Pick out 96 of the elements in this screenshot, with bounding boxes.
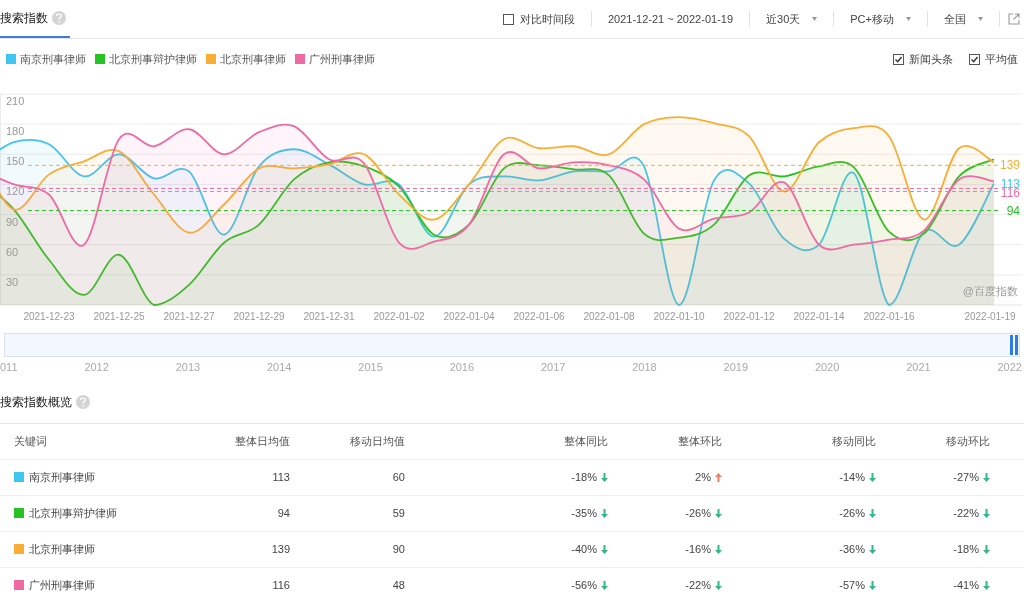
y-axis-label: 210 bbox=[6, 95, 25, 107]
legend-label[interactable]: 广州刑事律师 bbox=[309, 50, 375, 68]
keyword-cell-text: 广州刑事律师 bbox=[29, 577, 95, 593]
caret-icon bbox=[978, 17, 983, 21]
table-cell-text: -26% bbox=[685, 505, 711, 521]
checkbox[interactable] bbox=[893, 53, 904, 65]
table-cell-text: -16% bbox=[685, 541, 711, 557]
table-cell-text: -56% bbox=[571, 577, 597, 593]
x-axis-label: 2022-01-12 bbox=[723, 311, 775, 322]
year-label: 2021 bbox=[906, 360, 931, 375]
year-label: 2016 bbox=[449, 360, 475, 375]
year-label: 2022 bbox=[997, 360, 1022, 375]
checkbox-label: 对比时间段 bbox=[519, 11, 575, 27]
table-cell-text: -22% bbox=[685, 577, 711, 593]
timeline-track[interactable] bbox=[4, 333, 1020, 357]
column-header: 整体日均值 bbox=[234, 433, 290, 449]
keyword-cell-text: 南京刑事律师 bbox=[29, 469, 95, 485]
keyword-cell-text: 北京刑事辩护律师 bbox=[29, 505, 117, 521]
table-cell-text: -57% bbox=[839, 577, 865, 593]
y-axis-label: 90 bbox=[6, 215, 19, 228]
y-axis-label: 30 bbox=[6, 275, 19, 288]
table-cell-text: -18% bbox=[953, 541, 979, 557]
chart-credit: @百度指数 bbox=[962, 284, 1018, 299]
dropdown[interactable]: 近30天 bbox=[750, 10, 835, 28]
year-label: 2020 bbox=[814, 360, 840, 375]
x-axis-label: 2022-01-16 bbox=[863, 311, 915, 322]
column-header: 整体环比 bbox=[677, 433, 722, 449]
keyword-cell-text: 北京刑事律师 bbox=[29, 541, 95, 557]
x-axis-label: 2022-01-02 bbox=[373, 311, 425, 322]
x-axis-label: 2021-12-29 bbox=[233, 311, 285, 322]
column-header: 整体同比 bbox=[563, 433, 608, 449]
checkbox-label: 新闻头条 bbox=[909, 51, 953, 67]
section-tab[interactable]: 搜索指数 bbox=[0, 9, 48, 27]
y-axis-label: 120 bbox=[6, 185, 25, 198]
caret-icon bbox=[812, 17, 818, 21]
column-header: 关键词 bbox=[13, 433, 48, 449]
range-handle[interactable] bbox=[1010, 335, 1013, 355]
table-cell-text: 90 bbox=[392, 541, 405, 557]
table-cell-text: 59 bbox=[392, 505, 405, 521]
table-cell-text: 116 bbox=[272, 577, 290, 593]
year-label: 2013 bbox=[175, 360, 201, 375]
year-label: 2019 bbox=[723, 360, 749, 375]
table-cell-text: -35% bbox=[571, 505, 597, 521]
table-cell-text: 60 bbox=[392, 469, 405, 485]
dropdown[interactable]: 全国 bbox=[928, 10, 1000, 28]
column-header: 移动同比 bbox=[831, 433, 876, 449]
checkbox-label: 平均值 bbox=[985, 51, 1018, 67]
dropdown[interactable]: PC+移动 bbox=[834, 10, 928, 28]
year-label: 2018 bbox=[632, 360, 657, 375]
caret-icon bbox=[906, 17, 911, 21]
legend-label[interactable]: 北京刑事辩护律师 bbox=[109, 50, 197, 68]
table-cell-text: 2% bbox=[695, 469, 711, 485]
x-axis-label: 2022-01-08 bbox=[583, 311, 635, 322]
x-axis-label: 2021-12-25 bbox=[93, 311, 145, 322]
x-axis-label: 2022-01-10 bbox=[653, 311, 705, 322]
table-cell-text: -41% bbox=[953, 577, 979, 593]
year-label: 2014 bbox=[267, 360, 292, 375]
section-title: 搜索指数概览 bbox=[0, 393, 72, 411]
x-axis-label: 2022-01-19 bbox=[964, 311, 1016, 322]
table-cell-text: 113 bbox=[272, 469, 290, 485]
table-cell-text: 48 bbox=[392, 577, 405, 593]
year-label: 2015 bbox=[358, 360, 383, 375]
x-axis-label: 2021-12-31 bbox=[303, 311, 355, 322]
average-label: 94 bbox=[1006, 203, 1020, 218]
table-cell-text: -22% bbox=[953, 505, 979, 521]
table-cell-text: 139 bbox=[271, 541, 290, 557]
y-axis-label: 150 bbox=[6, 155, 25, 168]
legend-label[interactable]: 北京刑事律师 bbox=[220, 50, 286, 68]
table-cell-text: -27% bbox=[953, 469, 979, 485]
x-axis-label: 2022-01-14 bbox=[793, 311, 845, 322]
average-label: 139 bbox=[999, 158, 1020, 173]
year-label: 011 bbox=[0, 360, 18, 375]
checkbox[interactable] bbox=[502, 13, 514, 25]
date-range-picker[interactable]: 2021-12-21 ~ 2022-01-19 bbox=[591, 10, 751, 28]
x-axis-label: 2022-01-04 bbox=[443, 311, 495, 322]
column-header: 移动环比 bbox=[945, 433, 990, 449]
checkbox[interactable] bbox=[969, 53, 980, 65]
y-axis-label: 180 bbox=[6, 125, 25, 138]
x-axis-label: 2022-01-06 bbox=[513, 311, 565, 322]
table-cell-text: 94 bbox=[277, 505, 290, 521]
share-icon[interactable] bbox=[1008, 13, 1020, 25]
table-cell-text: -14% bbox=[839, 469, 865, 485]
year-label: 2012 bbox=[84, 360, 109, 375]
help-icon[interactable] bbox=[52, 11, 66, 25]
table-cell-text: -26% bbox=[839, 505, 865, 521]
table-cell-text: -40% bbox=[571, 541, 597, 557]
x-axis-label: 2021-12-23 bbox=[23, 311, 75, 322]
table-cell-text: -18% bbox=[571, 469, 597, 485]
table-cell-text: -36% bbox=[839, 541, 865, 557]
x-axis-label: 2021-12-27 bbox=[163, 311, 215, 322]
year-label: 2017 bbox=[540, 360, 566, 375]
range-handle[interactable] bbox=[1015, 335, 1018, 355]
help-icon[interactable] bbox=[76, 394, 90, 409]
legend-label[interactable]: 南京刑事律师 bbox=[20, 50, 86, 68]
column-header: 移动日均值 bbox=[349, 433, 405, 449]
y-axis-label: 60 bbox=[6, 245, 19, 258]
